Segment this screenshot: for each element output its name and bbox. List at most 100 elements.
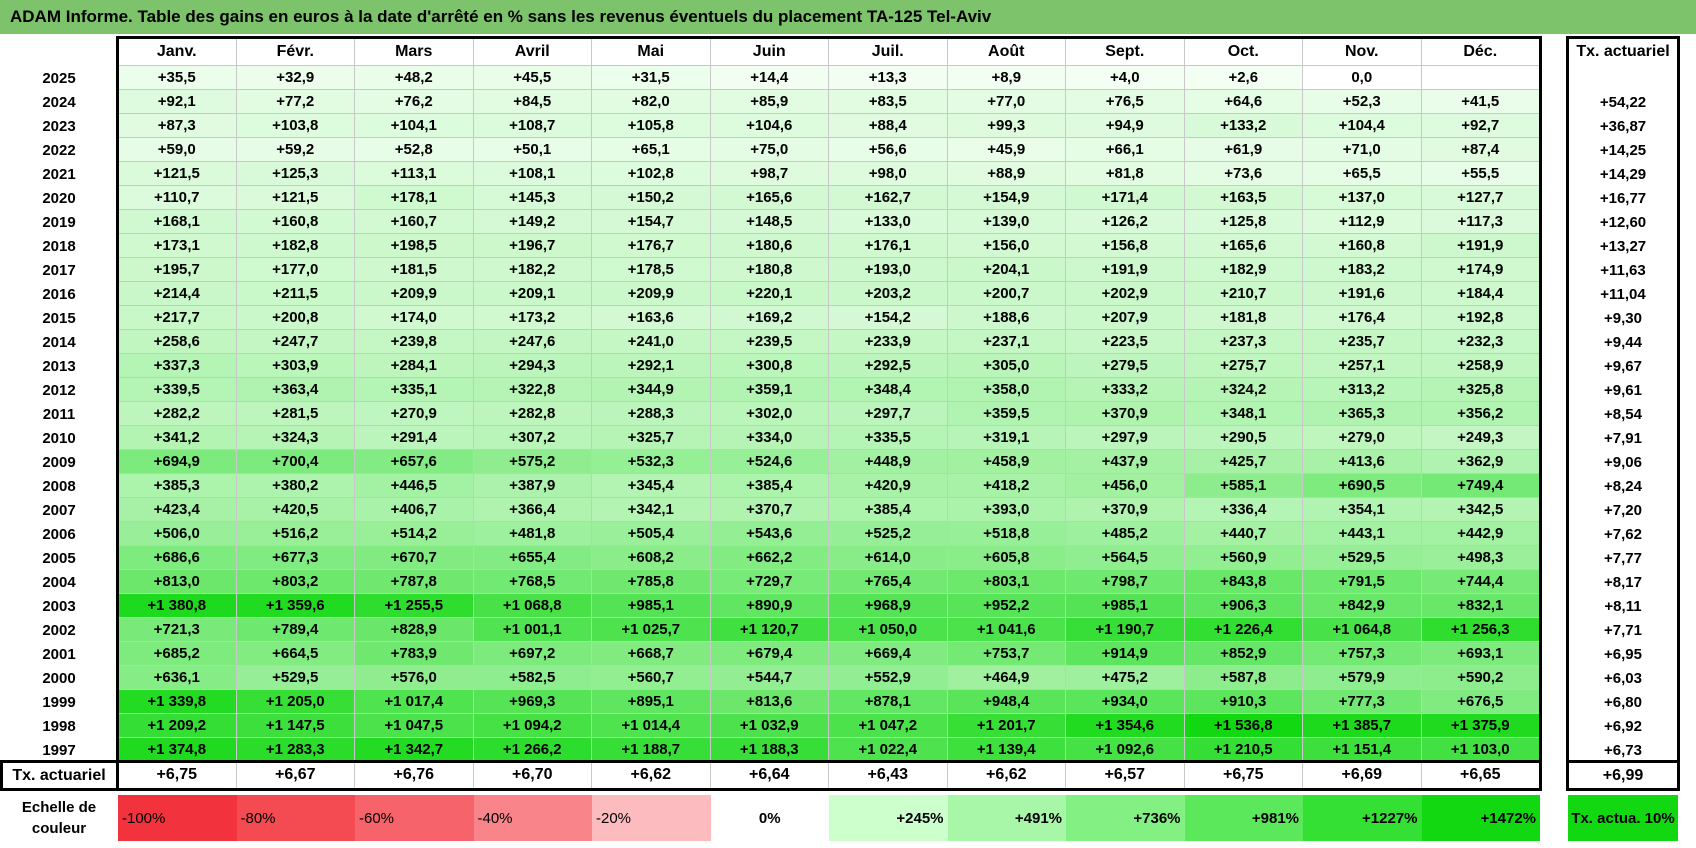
table-cell: +676,5 [1421, 690, 1540, 714]
table-cell: +1 188,7 [592, 738, 711, 762]
table-cell: +163,5 [1184, 186, 1303, 210]
table-cell: +191,6 [1303, 282, 1422, 306]
table-cell: +485,2 [1066, 522, 1185, 546]
table-cell: +2,6 [1184, 66, 1303, 90]
rate-cell: +7,62 [1604, 525, 1642, 543]
table-cell: +149,2 [473, 210, 592, 234]
table-cell: +180,6 [710, 234, 829, 258]
table-cell: +985,1 [592, 594, 711, 618]
table-cell: +1 374,8 [118, 738, 237, 762]
table-cell: +196,7 [473, 234, 592, 258]
month-header: Sept. [1066, 38, 1185, 66]
table-cell: +104,6 [710, 114, 829, 138]
gains-table: Janv. Févr. Mars Avril Mai Juin Juil. Août Sept.… [0, 36, 1696, 848]
table-cell: +413,6 [1303, 450, 1422, 474]
table-cell: +614,0 [829, 546, 948, 570]
table-cell: +48,2 [355, 66, 474, 90]
month-header: Févr. [236, 38, 355, 66]
rate-cell: +16,77 [1599, 189, 1647, 207]
table-cell: +798,7 [1066, 570, 1185, 594]
table-cell: +785,8 [592, 570, 711, 594]
table-cell: +679,4 [710, 642, 829, 666]
table-cell: +1 536,8 [1184, 714, 1303, 738]
table-cell: +1 032,9 [710, 714, 829, 738]
table-cell [1421, 66, 1540, 90]
table-cell: +518,8 [947, 522, 1066, 546]
year-label: 2015 [42, 309, 76, 327]
table-cell: +443,1 [1303, 522, 1422, 546]
table-cell: +420,9 [829, 474, 948, 498]
table-cell: +590,2 [1421, 666, 1540, 690]
table-cell: +192,8 [1421, 306, 1540, 330]
year-label: 2011 [42, 405, 76, 423]
table-cell: +117,3 [1421, 210, 1540, 234]
table-cell: +753,7 [947, 642, 1066, 666]
rate-cell: +6,03 [1604, 669, 1642, 687]
table-cell: +803,2 [236, 570, 355, 594]
month-header: Juin [710, 38, 829, 66]
month-header: Mai [592, 38, 711, 66]
table-cell: +145,3 [473, 186, 592, 210]
table-cell: +425,7 [1184, 450, 1303, 474]
table-cell: +342,5 [1421, 498, 1540, 522]
table-cell: +787,8 [355, 570, 474, 594]
table-cell: +239,8 [355, 330, 474, 354]
table-cell: +348,4 [829, 378, 948, 402]
table-cell: +1 094,2 [473, 714, 592, 738]
year-label: 2023 [42, 117, 76, 135]
table-cell: +828,9 [355, 618, 474, 642]
table-cell: +297,7 [829, 402, 948, 426]
table-cell: +313,2 [1303, 378, 1422, 402]
table-cell: +385,4 [829, 498, 948, 522]
rate-cell: +14,29 [1599, 165, 1647, 183]
table-cell: +148,5 [710, 210, 829, 234]
year-label: 2019 [42, 213, 76, 231]
table-cell: +325,7 [592, 426, 711, 450]
table-cell: +202,9 [1066, 282, 1185, 306]
year-label: 2010 [42, 429, 76, 447]
table-cell: +64,6 [1184, 90, 1303, 114]
rate-cell: +9,30 [1604, 309, 1642, 327]
table-cell: +1 226,4 [1184, 618, 1303, 642]
table-cell: +65,5 [1303, 162, 1422, 186]
scale-swatch: +245% [829, 795, 948, 841]
table-cell: +217,7 [118, 306, 237, 330]
table-cell: +209,9 [592, 282, 711, 306]
table-cell: +292,1 [592, 354, 711, 378]
rate-cell: +9,67 [1604, 357, 1642, 375]
table-cell: +8,9 [947, 66, 1066, 90]
table-cell: +52,8 [355, 138, 474, 162]
table-cell: +239,5 [710, 330, 829, 354]
table-cell: +290,5 [1184, 426, 1303, 450]
table-cell: +174,9 [1421, 258, 1540, 282]
table-cell: +156,0 [947, 234, 1066, 258]
table-cell: +137,0 [1303, 186, 1422, 210]
table-cell: +744,4 [1421, 570, 1540, 594]
table-cell: +94,9 [1066, 114, 1185, 138]
footer-cell: +6,75 [118, 762, 237, 789]
rate-cell: +7,77 [1604, 549, 1642, 567]
table-cell: +193,0 [829, 258, 948, 282]
table-cell: +354,1 [1303, 498, 1422, 522]
table-cell: +365,3 [1303, 402, 1422, 426]
table-cell: +362,9 [1421, 450, 1540, 474]
table-cell: +1 050,0 [829, 618, 948, 642]
table-cell: +1 266,2 [473, 738, 592, 762]
table-cell: +481,8 [473, 522, 592, 546]
table-cell: +446,5 [355, 474, 474, 498]
table-cell: +694,9 [118, 450, 237, 474]
table-cell: +210,7 [1184, 282, 1303, 306]
year-label: 2014 [42, 333, 76, 351]
table-cell: +204,1 [947, 258, 1066, 282]
table-cell: +685,2 [118, 642, 237, 666]
table-cell: +168,1 [118, 210, 237, 234]
table-cell: +393,0 [947, 498, 1066, 522]
table-cell: +87,3 [118, 114, 237, 138]
table-cell: +1 255,5 [355, 594, 474, 618]
table-cell: +498,3 [1421, 546, 1540, 570]
table-cell: +113,1 [355, 162, 474, 186]
table-cell: +910,3 [1184, 690, 1303, 714]
rate-cell: +8,17 [1604, 573, 1642, 591]
table-cell: +50,1 [473, 138, 592, 162]
footer-cell: +6,62 [947, 762, 1066, 789]
